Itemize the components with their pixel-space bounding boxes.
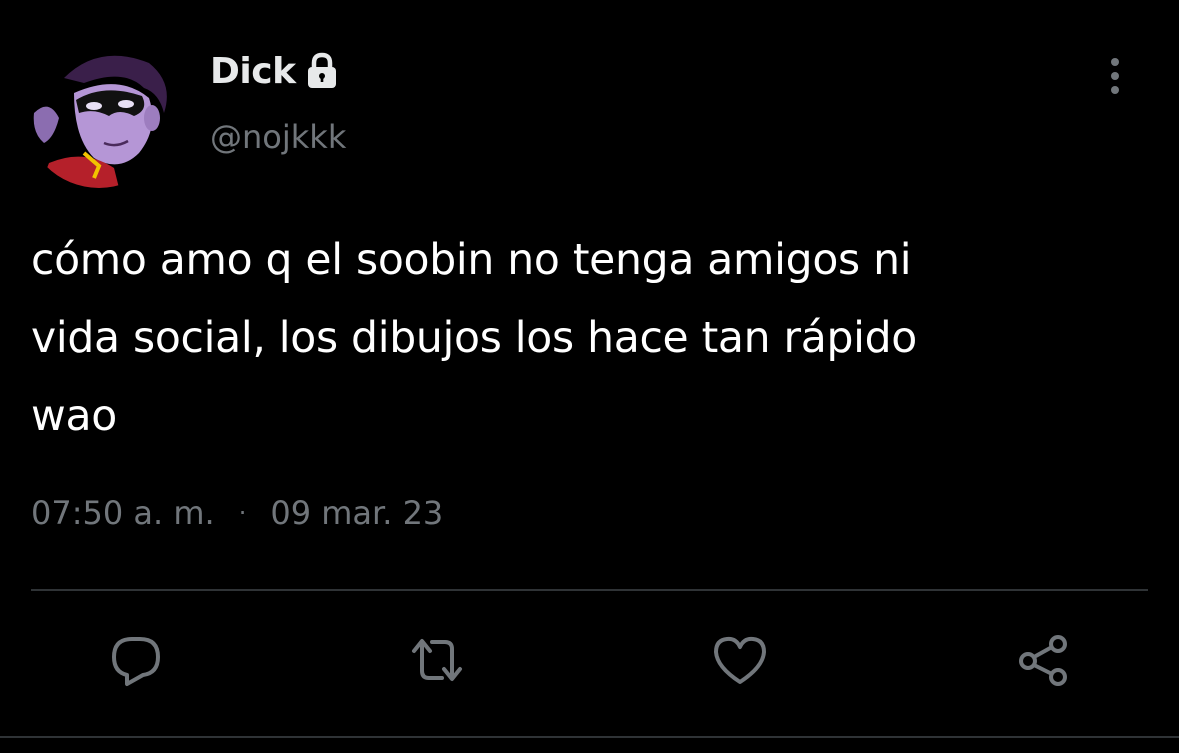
more-vertical-icon[interactable] [1098, 56, 1132, 96]
lock-icon [302, 51, 342, 91]
masked-character-avatar-image [24, 38, 174, 188]
avatar[interactable] [24, 38, 174, 188]
share-icon [1019, 635, 1067, 686]
tweet-date[interactable]: 09 mar. 23 [270, 494, 443, 532]
reply-icon [112, 637, 160, 686]
display-name[interactable]: Dick [210, 51, 296, 92]
retweet-button[interactable] [405, 628, 469, 692]
user-handle[interactable]: @nojkkk [210, 118, 346, 156]
reply-button[interactable] [104, 628, 168, 692]
bottom-divider [0, 736, 1179, 738]
author-name-row: Dick [210, 46, 342, 96]
tweet-timestamp: 07:50 a. m. · 09 mar. 23 [31, 494, 443, 532]
action-bar [0, 628, 1179, 692]
separator-dot: · [238, 499, 247, 527]
tweet-text: cómo amo q el soobin no tenga amigos ni … [31, 236, 918, 441]
like-button[interactable] [708, 628, 772, 692]
heart-icon [714, 636, 766, 684]
divider [31, 589, 1148, 591]
tweet-time[interactable]: 07:50 a. m. [31, 494, 215, 532]
retweet-icon [412, 639, 462, 681]
share-button[interactable] [1012, 628, 1076, 692]
